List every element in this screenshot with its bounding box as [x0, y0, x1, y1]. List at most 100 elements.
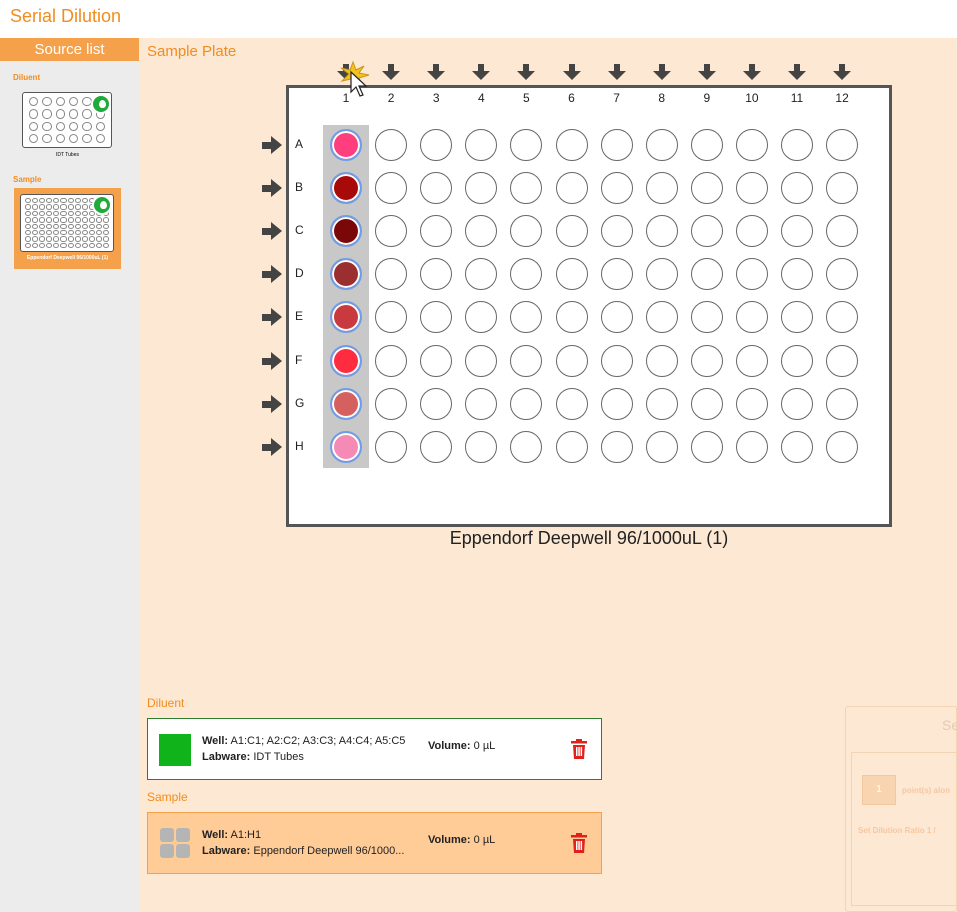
diluent-assignment-card[interactable]: Well: A1:C1; A2:C2; A3:C3; A4:C4; A5:C5 … [147, 718, 602, 780]
well-C9[interactable] [690, 215, 723, 248]
well-F5[interactable] [510, 344, 543, 377]
well-A7[interactable] [600, 129, 633, 161]
well-H3[interactable] [420, 430, 453, 463]
well-F4[interactable] [465, 344, 498, 377]
column-number-12: 12 [835, 91, 849, 105]
mini-well [53, 229, 60, 236]
well-F10[interactable] [735, 344, 768, 377]
source-item-eppendorf-deepwell[interactable]: Eppendorf Deepwell 96/1000uL (1) [14, 188, 121, 269]
well-G7[interactable] [600, 387, 633, 420]
well-G6[interactable] [555, 387, 588, 420]
sample-assignment-label: Sample [147, 790, 188, 804]
well-A2[interactable] [375, 129, 408, 161]
well-H2[interactable] [375, 430, 408, 463]
mini-well [32, 223, 39, 229]
well-D8[interactable] [645, 258, 678, 291]
mini-well [53, 204, 60, 210]
well-H11[interactable] [781, 430, 813, 463]
well-B1[interactable] [330, 172, 362, 205]
mini-well [39, 217, 46, 223]
well-F6[interactable] [555, 344, 588, 377]
well-G1[interactable] [330, 387, 362, 420]
well-D9[interactable] [690, 258, 723, 291]
dilution-settings-panel: Se 1 point(s) alon Set Dilution Ratio 1 … [845, 706, 957, 912]
well-A6[interactable] [555, 129, 588, 161]
mini-well [32, 210, 39, 217]
well-C7[interactable] [600, 215, 633, 248]
well-A10[interactable] [735, 129, 768, 161]
well-F1[interactable] [330, 344, 362, 377]
column-number-6: 6 [568, 91, 575, 105]
well-D7[interactable] [600, 258, 633, 291]
mini-well [74, 229, 81, 236]
well-G10[interactable] [735, 387, 768, 420]
well-C11[interactable] [781, 215, 813, 248]
well-G4[interactable] [465, 387, 498, 420]
well-A12[interactable] [826, 129, 859, 161]
well-E6[interactable] [555, 301, 588, 334]
points-input[interactable]: 1 [862, 775, 896, 805]
well-B6[interactable] [555, 172, 588, 205]
mini-well [67, 223, 74, 229]
well-F7[interactable] [600, 344, 633, 377]
diluent-labware-value: IDT Tubes [253, 751, 304, 763]
well-B9[interactable] [690, 172, 723, 205]
well-H1[interactable] [330, 430, 362, 463]
well-B12[interactable] [826, 172, 859, 205]
well-C8[interactable] [645, 215, 678, 248]
well-C1[interactable] [330, 215, 362, 248]
well-B10[interactable] [735, 172, 768, 205]
well-A9[interactable] [690, 129, 723, 161]
mini-well [74, 198, 81, 204]
source-list-sidebar: Source list Diluent IDT Tubes Sample Epp… [0, 38, 139, 912]
mini-well [46, 223, 53, 229]
well-H5[interactable] [510, 430, 543, 463]
well-B7[interactable] [600, 172, 633, 205]
well-H9[interactable] [690, 430, 723, 463]
well-E9[interactable] [690, 301, 723, 334]
well-G8[interactable] [645, 387, 678, 420]
well-G5[interactable] [510, 387, 543, 420]
source-item-idt-tubes[interactable]: IDT Tubes [14, 88, 121, 169]
well-H7[interactable] [600, 430, 633, 463]
delete-trash-icon[interactable] [571, 833, 587, 853]
mini-well [74, 242, 81, 248]
well-F9[interactable] [690, 344, 723, 377]
mini-well [88, 242, 95, 248]
well-H8[interactable] [645, 430, 678, 463]
well-A1[interactable] [330, 129, 362, 161]
well-E7[interactable] [600, 301, 633, 334]
sample-assignment-card[interactable]: Well: A1:H1 Labware: Eppendorf Deepwell … [147, 812, 602, 874]
source-group-sample-label: Sample [13, 175, 42, 184]
well-G3[interactable] [420, 387, 453, 420]
well-C10[interactable] [735, 215, 768, 248]
well-A8[interactable] [645, 129, 678, 161]
well-G12[interactable] [826, 387, 859, 420]
well-E8[interactable] [645, 301, 678, 334]
well-B8[interactable] [645, 172, 678, 205]
well-F3[interactable] [420, 344, 453, 377]
well-F11[interactable] [781, 344, 813, 377]
well-C6[interactable] [555, 215, 588, 248]
well-G11[interactable] [781, 387, 813, 420]
well-F8[interactable] [645, 344, 678, 377]
well-F2[interactable] [375, 344, 408, 377]
well-H10[interactable] [735, 430, 768, 463]
mini-well [25, 236, 32, 242]
well-H12[interactable] [826, 430, 859, 463]
well-G2[interactable] [375, 387, 408, 420]
well-F12[interactable] [826, 344, 859, 377]
well-A3[interactable] [420, 129, 453, 161]
well-B11[interactable] [781, 172, 813, 205]
well-A11[interactable] [781, 129, 813, 161]
row-letter-A: A [295, 137, 304, 151]
mini-well [74, 210, 81, 217]
well-H6[interactable] [555, 430, 588, 463]
well-H4[interactable] [465, 430, 498, 463]
well-D6[interactable] [555, 258, 588, 291]
delete-trash-icon[interactable] [571, 739, 587, 759]
diluent-color-swatch [159, 734, 191, 766]
well-B2[interactable] [375, 172, 408, 205]
well-G9[interactable] [690, 387, 723, 420]
well-D10[interactable] [735, 258, 768, 291]
